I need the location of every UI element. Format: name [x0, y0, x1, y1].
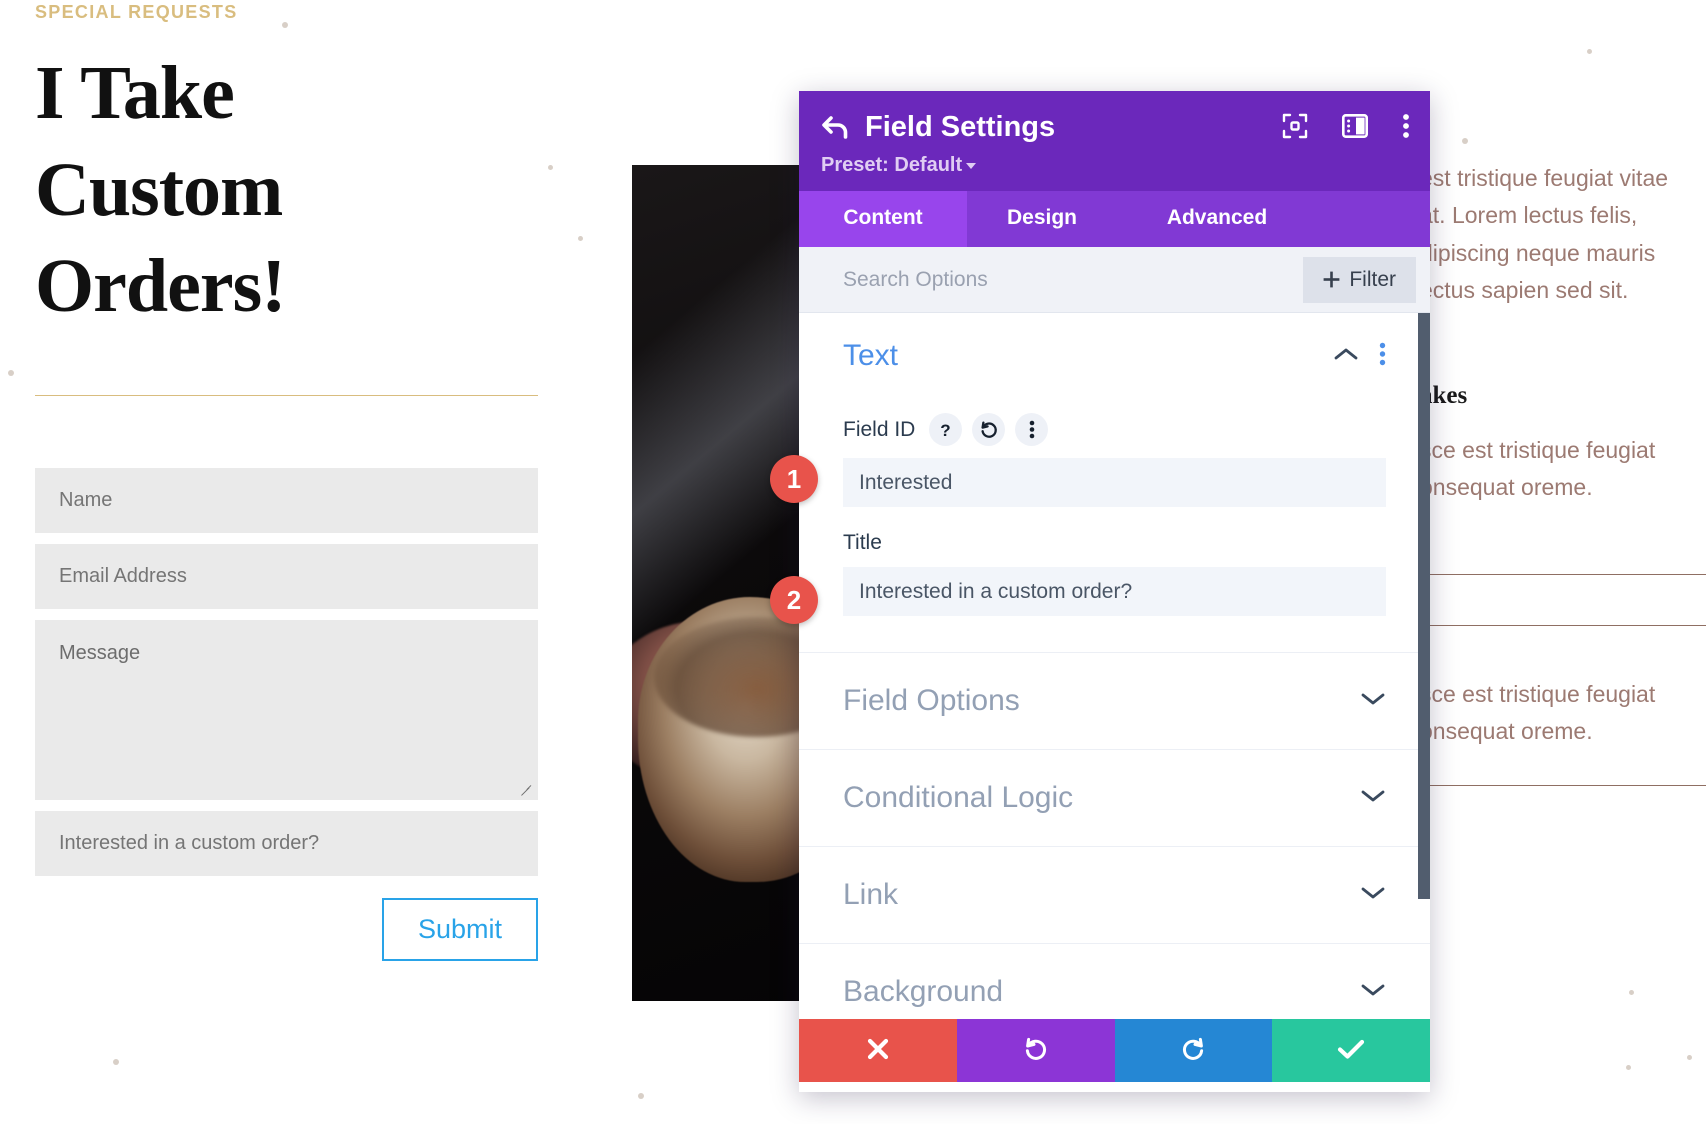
content-divider	[1420, 625, 1706, 626]
chevron-up-icon[interactable]	[1333, 346, 1359, 367]
redo-arrow-icon	[1179, 1035, 1207, 1066]
decor-speck	[638, 1093, 644, 1099]
info-card-one: akes sce est tristique feugiat onsequat …	[1420, 382, 1706, 507]
decor-speck	[1687, 1055, 1692, 1060]
decor-speck	[1462, 138, 1468, 144]
modal-header-icons	[1282, 113, 1410, 144]
field-id-input[interactable]	[843, 458, 1386, 507]
info-card-heading: akes	[1420, 382, 1468, 409]
filter-label: Filter	[1349, 267, 1396, 291]
decor-speck	[1626, 1065, 1631, 1070]
decor-speck	[8, 370, 14, 376]
accordion-link[interactable]: Link	[799, 846, 1430, 943]
preset-label: Preset: Default	[821, 154, 963, 176]
decor-speck	[1629, 990, 1634, 995]
chevron-down-icon	[1360, 885, 1386, 906]
section-eyebrow: SPECIAL REQUESTS	[35, 2, 238, 22]
add-filter-button[interactable]: Filter	[1303, 256, 1416, 303]
undo-arrow-icon	[1022, 1035, 1050, 1066]
undo-button[interactable]	[956, 1019, 1115, 1082]
decor-speck	[578, 236, 583, 241]
plus-icon	[1323, 271, 1340, 288]
gold-divider	[35, 394, 538, 396]
step-badge-2: 2	[770, 576, 818, 624]
save-button[interactable]	[1272, 1019, 1430, 1082]
back-arrow-icon[interactable]	[821, 115, 851, 141]
chevron-down-icon	[1360, 691, 1386, 712]
field-id-label: Field ID	[843, 417, 916, 441]
reset-icon[interactable]	[972, 413, 1006, 446]
text-section-title: Text	[843, 339, 899, 372]
custom-order-input[interactable]	[35, 810, 538, 876]
submit-row: Submit	[35, 897, 538, 961]
content-divider	[1420, 574, 1706, 575]
modal-scrollbar-track[interactable]	[1418, 313, 1430, 1092]
modal-body: Text Field ID ? Interested Title Interes…	[799, 313, 1430, 1092]
title-label: Title	[843, 531, 882, 554]
accordion-label: Background	[843, 975, 1004, 1008]
option-accordions: Field Options Conditional Logic Link Bac…	[799, 652, 1430, 1040]
accordion-field-options[interactable]: Field Options	[799, 652, 1430, 749]
info-card-two: sce est tristique feugiat onsequat oreme…	[1420, 676, 1706, 751]
redo-button[interactable]	[1114, 1019, 1273, 1082]
accordion-label: Conditional Logic	[843, 781, 1074, 814]
checkmark-icon	[1336, 1037, 1366, 1064]
accordion-label: Link	[843, 878, 899, 911]
focus-target-icon[interactable]	[1282, 113, 1308, 144]
message-placeholder: Message	[59, 641, 141, 664]
modal-scrollbar-thumb[interactable]	[1418, 313, 1430, 899]
kebab-menu-icon[interactable]	[1015, 413, 1049, 446]
accordion-label: Field Options	[843, 684, 1020, 717]
message-textarea-wrap[interactable]: Message	[35, 619, 538, 800]
tab-design[interactable]: Design	[967, 191, 1117, 247]
step-badge-1: 1	[770, 455, 818, 503]
email-input[interactable]	[35, 543, 538, 609]
page-title: I Take Custom Orders!	[35, 51, 286, 329]
chevron-down-icon	[966, 162, 977, 169]
tab-advanced[interactable]: Advanced	[1117, 191, 1317, 247]
search-options-bar: Filter	[799, 247, 1430, 313]
contact-form: Message Submit	[35, 467, 538, 961]
search-input[interactable]	[843, 267, 1203, 292]
cancel-button[interactable]	[799, 1019, 957, 1082]
chevron-down-icon	[1360, 788, 1386, 809]
modal-header: Field Settings Preset: Default	[799, 91, 1430, 191]
resize-grip-icon[interactable]	[519, 782, 533, 796]
chevron-down-icon	[1360, 982, 1386, 1003]
field-settings-modal: Field Settings Preset: Default Content D…	[799, 91, 1430, 1092]
modal-title: Field Settings	[865, 111, 1056, 143]
decor-speck	[113, 1059, 119, 1065]
decor-speck	[1587, 49, 1592, 54]
special-requests-section: SPECIAL REQUESTS I Take Custom Orders! M…	[35, 0, 540, 961]
field-id-label-row: Field ID ?	[843, 413, 1386, 446]
help-icon[interactable]: ?	[929, 413, 963, 446]
decor-speck	[548, 165, 553, 170]
close-x-icon	[865, 1036, 891, 1065]
modal-tabs: Content Design Advanced	[799, 191, 1430, 247]
panel-layout-icon[interactable]	[1341, 113, 1368, 143]
kebab-menu-icon[interactable]	[1379, 342, 1386, 371]
kebab-menu-icon[interactable]	[1402, 113, 1410, 144]
modal-action-bar	[799, 1019, 1430, 1082]
accordion-conditional-logic[interactable]: Conditional Logic	[799, 749, 1430, 846]
text-section-icons	[1333, 342, 1386, 371]
title-input[interactable]	[843, 567, 1386, 616]
tab-content[interactable]: Content	[799, 191, 967, 247]
submit-button[interactable]: Submit	[381, 897, 538, 961]
preset-selector[interactable]: Preset: Default	[821, 154, 1408, 177]
intro-paragraph: est tristique feugiat vitae at. Lorem le…	[1420, 165, 1669, 303]
content-divider	[1420, 785, 1706, 786]
text-section-header: Text	[843, 339, 1386, 373]
svg-text:?: ?	[941, 421, 951, 440]
name-input[interactable]	[35, 467, 538, 533]
text-section: Text Field ID ? Interested Title Interes…	[799, 313, 1430, 616]
info-card-paragraph: sce est tristique feugiat onsequat oreme…	[1420, 437, 1656, 501]
info-card-paragraph: sce est tristique feugiat onsequat oreme…	[1420, 681, 1656, 745]
